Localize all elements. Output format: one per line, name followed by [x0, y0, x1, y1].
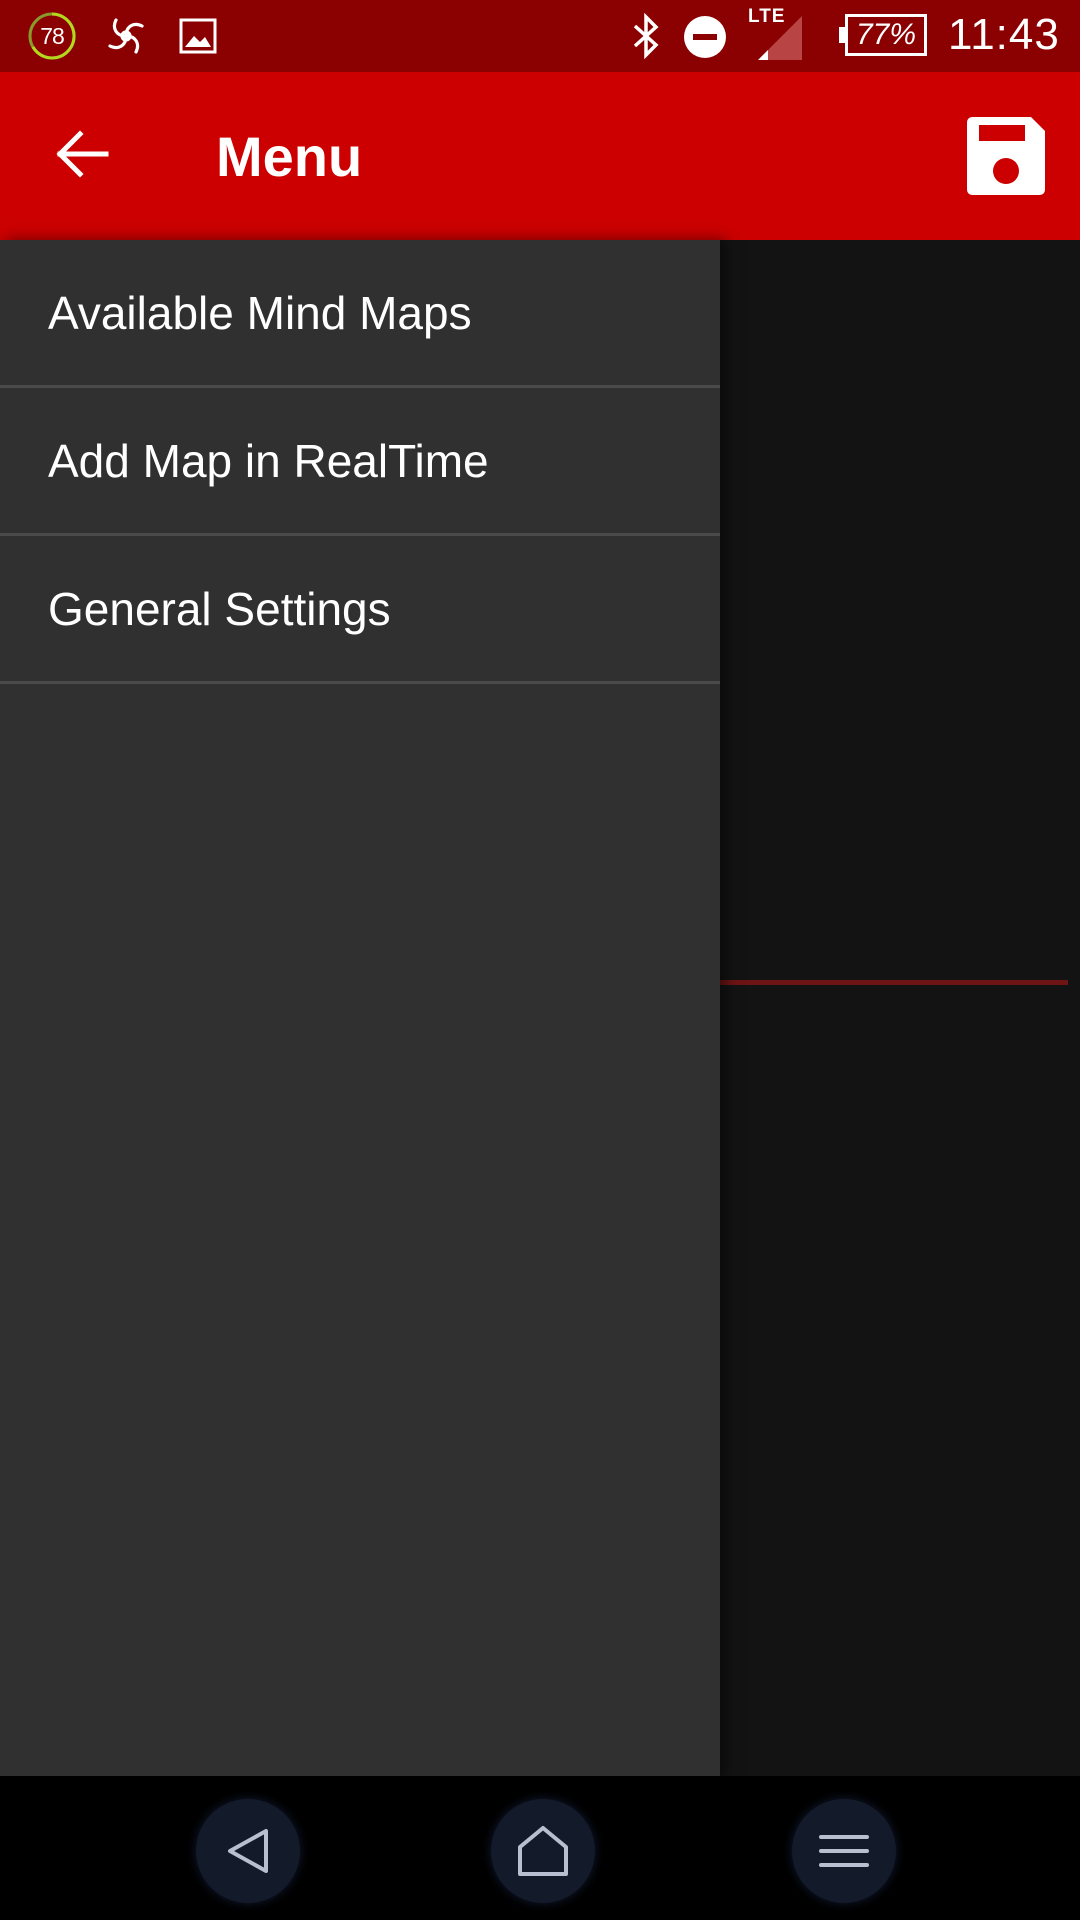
signal-icon	[744, 6, 808, 62]
floppy-disk-icon	[967, 117, 1045, 195]
arrow-left-icon	[56, 130, 109, 178]
navigation-drawer: Available Mind Maps Add Map in RealTime …	[0, 240, 720, 1776]
menu-lines-icon	[819, 1835, 869, 1867]
score-ring-icon: 78	[27, 11, 77, 61]
battery-icon: 77%	[839, 14, 927, 56]
drawer-item-label: Available Mind Maps	[48, 286, 472, 339]
back-triangle-icon	[228, 1829, 268, 1873]
clock-time: 11:43	[948, 10, 1060, 59]
swirl-icon	[102, 12, 150, 60]
bluetooth-icon	[624, 12, 668, 60]
status-bar: 78 LTE 77% 11:43	[0, 0, 1080, 72]
drawer-item-general-settings[interactable]: General Settings	[0, 536, 720, 684]
system-nav-bar	[0, 1776, 1080, 1920]
nav-back-button[interactable]	[196, 1799, 300, 1903]
drawer-item-add-map-realtime[interactable]: Add Map in RealTime	[0, 388, 720, 536]
home-icon	[518, 1826, 568, 1876]
battery-percent: 77%	[855, 18, 917, 51]
drawer-item-available-mind-maps[interactable]: Available Mind Maps	[0, 240, 720, 388]
save-button[interactable]	[960, 110, 1052, 202]
score-badge-text: 78	[40, 22, 65, 49]
content-divider	[720, 980, 1068, 985]
back-button[interactable]	[40, 112, 124, 196]
drawer-item-label: Add Map in RealTime	[48, 434, 489, 487]
nav-menu-button[interactable]	[792, 1799, 896, 1903]
page-title: Menu	[216, 125, 363, 188]
app-screen: 78 LTE 77% 11:43 Menu Available Mind Map…	[0, 0, 1080, 1920]
do-not-disturb-icon	[682, 14, 728, 60]
app-toolbar: Menu	[0, 72, 1080, 240]
nav-home-button[interactable]	[491, 1799, 595, 1903]
drawer-item-label: General Settings	[48, 582, 391, 635]
image-icon	[176, 14, 220, 58]
